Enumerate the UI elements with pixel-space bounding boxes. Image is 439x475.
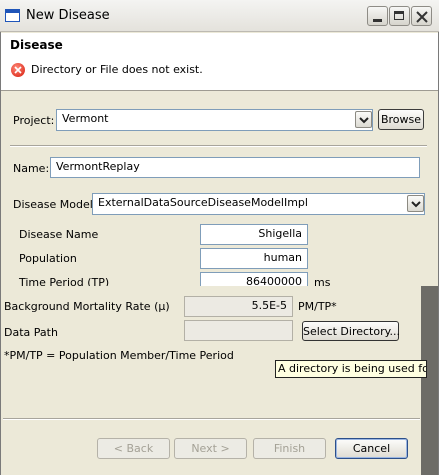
disease-model-value: ExternalDataSourceDiseaseModelImpl: [98, 196, 308, 209]
data-path-label: Data Path: [4, 326, 58, 339]
back-button[interactable]: < Back: [97, 438, 170, 459]
mortality-label: Background Mortality Rate (µ): [4, 300, 170, 313]
window-icon: [5, 9, 20, 22]
name-label: Name:: [13, 162, 50, 175]
select-directory-button[interactable]: Select Directory...: [302, 321, 400, 341]
name-input[interactable]: VermontReplay: [50, 157, 420, 178]
disease-name-input[interactable]: Shigella: [200, 224, 308, 245]
cancel-button[interactable]: Cancel: [335, 438, 408, 459]
footnote: *PM/TP = Population Member/Time Period: [4, 349, 234, 362]
project-combo-value: Vermont: [62, 112, 109, 125]
dialog-header: Disease Directory or File does not exist…: [1, 33, 438, 91]
close-icon[interactable]: [411, 6, 432, 26]
error-icon: [11, 63, 25, 77]
window-title: New Disease: [26, 8, 110, 23]
project-label: Project:: [13, 114, 55, 127]
mortality-input[interactable]: 5.5E-5: [184, 296, 293, 317]
button-bar-separator: [3, 418, 420, 420]
minimize-icon[interactable]: [367, 6, 388, 26]
tooltip: A directory is being used for lo: [275, 360, 427, 378]
project-combo[interactable]: Vermont: [56, 109, 373, 131]
disease-name-label: Disease Name: [19, 228, 99, 241]
separator: [10, 145, 427, 147]
disease-model-label: Disease Model:: [13, 198, 97, 211]
chevron-down-icon[interactable]: [355, 111, 372, 128]
error-message: Directory or File does not exist.: [31, 63, 203, 76]
maximize-icon[interactable]: [389, 6, 410, 26]
chevron-down-icon[interactable]: [407, 195, 424, 212]
browse-button[interactable]: Browse: [378, 109, 424, 130]
title-bar[interactable]: New Disease: [0, 0, 439, 32]
data-path-input[interactable]: [184, 320, 293, 341]
population-input[interactable]: human: [200, 248, 308, 269]
scrollbar[interactable]: [421, 286, 438, 475]
population-label: Population: [19, 252, 77, 265]
finish-button[interactable]: Finish: [253, 438, 326, 459]
next-button[interactable]: Next >: [174, 438, 247, 459]
header-title: Disease: [10, 38, 63, 52]
mortality-unit: PM/TP*: [298, 300, 337, 313]
disease-model-combo[interactable]: ExternalDataSourceDiseaseModelImpl: [92, 193, 425, 215]
